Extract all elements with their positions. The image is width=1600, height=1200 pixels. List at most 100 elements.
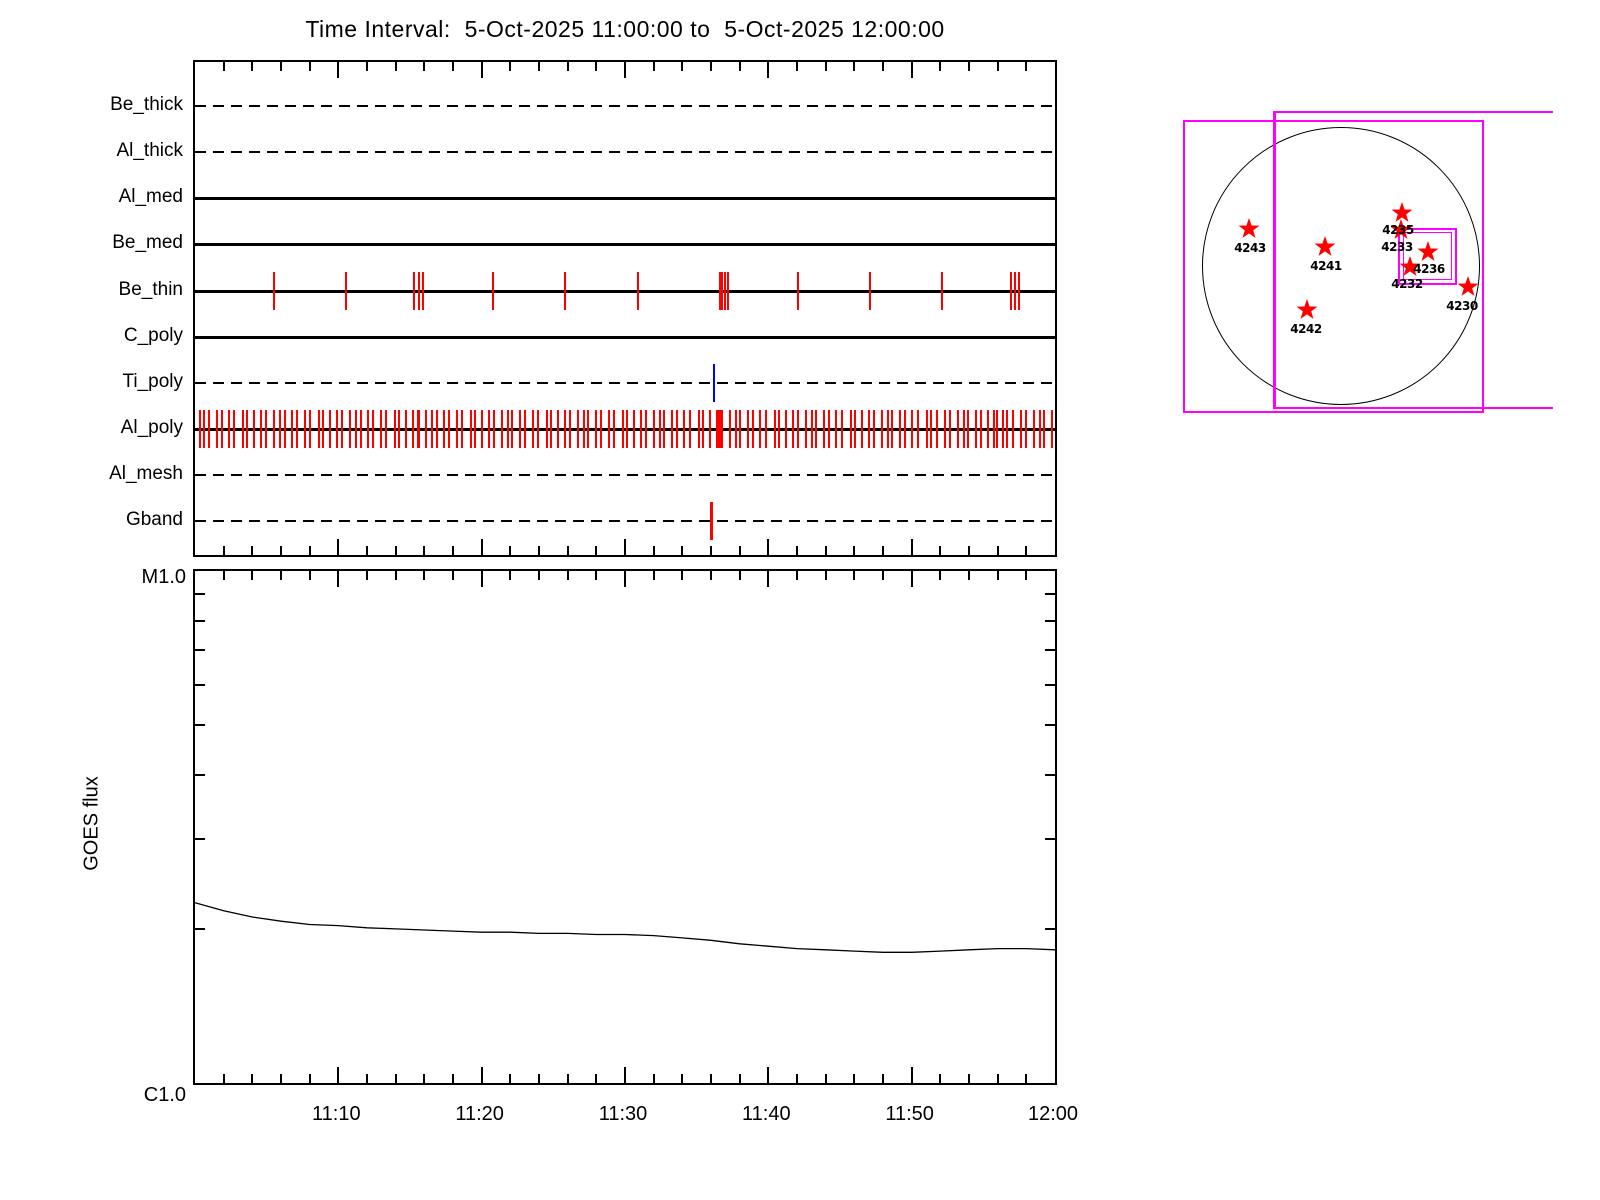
minor-x-tick	[652, 62, 655, 71]
minor-x-tick	[853, 571, 856, 580]
major-x-tick	[767, 571, 770, 587]
exposure-tick	[385, 410, 388, 448]
minor-x-tick	[595, 546, 598, 555]
filter-row-label: Be_thick	[110, 94, 183, 115]
major-x-tick	[480, 1067, 483, 1083]
exposure-tick	[632, 410, 635, 448]
minor-x-tick	[308, 546, 311, 555]
filter-row-line-gband	[195, 520, 1055, 522]
exposure-tick	[636, 272, 639, 310]
minor-x-tick	[452, 571, 454, 580]
active-region-star	[1457, 276, 1479, 296]
minor-x-tick	[710, 546, 712, 555]
exposure-tick	[773, 410, 776, 448]
exposure-tick	[621, 410, 624, 448]
major-x-tick	[624, 539, 626, 555]
exposure-tick	[791, 410, 794, 448]
active-region-star	[1238, 218, 1260, 238]
exposure-tick	[328, 410, 331, 448]
exposure-tick	[398, 410, 401, 448]
exposure-tick	[887, 410, 890, 448]
exposure-tick	[583, 410, 586, 448]
exposure-tick	[917, 410, 920, 448]
exposure-tick	[492, 410, 495, 448]
minor-x-tick	[796, 571, 798, 580]
minor-x-tick	[366, 1074, 368, 1083]
exposure-tick	[904, 410, 907, 448]
exposure-tick	[975, 410, 978, 448]
minor-x-tick	[595, 62, 598, 71]
exposure-tick	[925, 410, 928, 448]
exposure-tick	[348, 410, 351, 448]
minor-x-tick	[1025, 571, 1028, 580]
goes-y-minor-tick	[195, 593, 205, 596]
minor-x-tick	[280, 1074, 282, 1083]
page-title: Time Interval: 5-Oct-2025 11:00:00 to 5-…	[305, 16, 945, 42]
exposure-tick	[199, 410, 202, 448]
exposure-tick	[355, 410, 358, 448]
goes-y-minor-tick	[1045, 683, 1055, 686]
exposure-tick	[626, 410, 629, 448]
filter-row-line-c_poly	[195, 336, 1055, 339]
minor-x-tick	[538, 1074, 540, 1083]
exposure-tick	[956, 410, 959, 448]
exposure-tick	[659, 410, 662, 448]
exposure-tick	[393, 410, 396, 448]
exposure-tick	[891, 410, 894, 448]
filter-timeline-panel	[193, 60, 1057, 557]
exposure-tick	[272, 272, 275, 310]
exposure-tick	[721, 272, 724, 310]
exposure-tick	[735, 410, 738, 448]
exposure-tick	[911, 410, 914, 448]
exposure-tick	[1051, 410, 1054, 448]
minor-x-tick	[796, 1074, 798, 1083]
exposure-tick	[568, 410, 571, 448]
goes-x-tick-label: 12:00	[1027, 1103, 1079, 1125]
minor-x-tick	[710, 1074, 712, 1083]
exposure-tick	[747, 410, 750, 448]
minor-x-tick	[738, 1074, 741, 1083]
exposure-tick	[727, 272, 730, 310]
exposure-tick	[702, 410, 705, 448]
exposure-tick	[676, 410, 679, 448]
exposure-tick	[759, 410, 762, 448]
exposure-tick	[697, 410, 700, 448]
filter-row-label: Al_med	[118, 186, 183, 207]
minor-x-tick	[394, 62, 397, 71]
exposure-tick	[943, 410, 946, 448]
exposure-tick	[461, 410, 464, 448]
goes-x-tick-label: 11:40	[742, 1103, 791, 1125]
minor-x-tick	[452, 1074, 454, 1083]
minor-x-tick	[853, 546, 856, 555]
exposure-tick	[233, 410, 236, 448]
minor-x-tick	[538, 571, 540, 580]
minor-x-tick	[566, 546, 569, 555]
exposure-tick	[867, 410, 870, 448]
exposure-tick	[1038, 410, 1041, 448]
minor-x-tick	[509, 546, 512, 555]
exposure-tick	[272, 410, 275, 448]
goes-y-minor-tick	[1045, 619, 1055, 622]
minor-x-tick	[566, 62, 569, 71]
filter-row-label: Be_med	[112, 232, 183, 253]
exposure-tick	[367, 410, 370, 448]
minor-x-tick	[681, 546, 684, 555]
exposure-tick	[849, 410, 852, 448]
exposure-tick	[435, 410, 438, 448]
exposure-tick	[404, 410, 407, 448]
goes-y-minor-tick	[1045, 773, 1055, 776]
goes-y-minor-tick	[195, 837, 205, 840]
minor-x-tick	[222, 1074, 225, 1083]
exposure-tick	[854, 410, 857, 448]
exposure-tick	[317, 410, 320, 448]
exposure-tick	[511, 410, 514, 448]
minor-x-tick	[423, 1074, 426, 1083]
goes-y-minor-tick	[1045, 649, 1055, 652]
exposure-tick	[492, 272, 495, 310]
minor-x-tick	[681, 571, 684, 580]
active-region-star	[1296, 299, 1318, 319]
filter-row-line-ti_poly	[195, 382, 1055, 384]
major-x-tick	[337, 571, 340, 587]
exposure-tick	[524, 410, 527, 448]
exposure-tick	[739, 410, 742, 448]
